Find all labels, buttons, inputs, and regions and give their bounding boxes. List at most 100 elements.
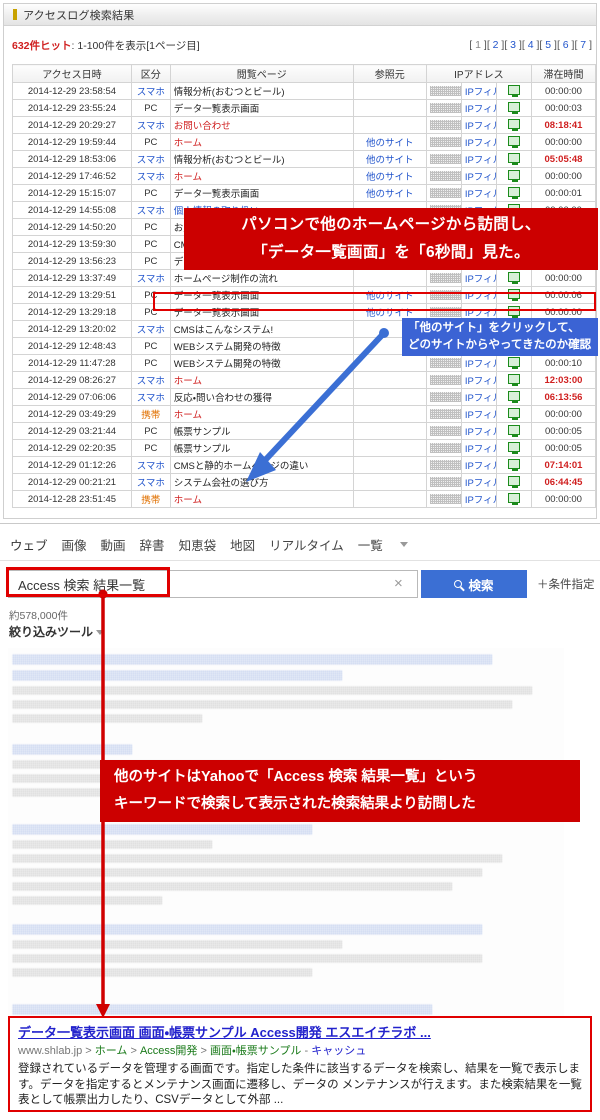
cell-ip-filter[interactable]: IPフィルター — [460, 269, 497, 287]
monitor-icon[interactable] — [507, 492, 520, 505]
cell-page[interactable]: ホーム — [169, 490, 354, 508]
monitor-icon[interactable] — [507, 84, 520, 97]
cell-ip-filter[interactable]: IPフィルター — [460, 371, 497, 389]
referrer-link[interactable]: 他のサイト — [366, 138, 414, 149]
monitor-icon[interactable] — [507, 169, 520, 182]
ip-filter-link[interactable]: IPフィルター — [465, 291, 496, 302]
cell-page[interactable]: 帳票サンプル — [169, 422, 354, 440]
monitor-icon[interactable] — [507, 475, 520, 488]
table-row[interactable]: 2014-12-29 15:15:07PCデータ一覧表示画面 他のサイト IPフィル… — [12, 184, 597, 202]
cell-referrer[interactable]: 他のサイト — [352, 184, 427, 202]
table-row[interactable]: 2014-12-29 17:46:52スマホホーム 他のサイト IPフィルター 00:… — [12, 167, 597, 185]
cell-page[interactable]: CMSはこんなシステム! — [169, 320, 354, 338]
nav-item-5[interactable]: 地図 — [230, 535, 255, 554]
nav-item-3[interactable]: 辞書 — [140, 535, 165, 554]
table-row[interactable]: 2014-12-29 03:21:44PC帳票サンプル IPフィルター 00:00:… — [12, 422, 597, 440]
pager-page-5[interactable]: 5 — [542, 39, 554, 51]
monitor-icon[interactable] — [507, 271, 520, 284]
monitor-icon[interactable] — [507, 441, 520, 454]
nav-item-1[interactable]: 画像 — [62, 535, 87, 554]
cell-referrer[interactable]: 他のサイト — [352, 150, 427, 168]
ip-filter-link[interactable]: IPフィルター — [465, 172, 496, 183]
cell-page[interactable]: ホーム — [169, 167, 354, 185]
cell-page[interactable]: 情報分析(おむつとビール) — [169, 82, 354, 100]
ip-filter-link[interactable]: IPフィルター — [465, 376, 496, 387]
cell-ip-filter[interactable]: IPフィルター — [460, 184, 497, 202]
cell-page[interactable]: 反応・問い合わせの獲得 — [169, 388, 354, 406]
cell-detail-icon[interactable] — [495, 422, 532, 440]
cell-ip-filter[interactable]: IPフィルター — [460, 133, 497, 151]
cell-ip-filter[interactable]: IPフィルター — [460, 116, 497, 134]
result-title-link[interactable]: データ一覧表示画面 画面・帳票サンプル Access開発 エスエイチラボ ... — [18, 1024, 582, 1041]
cell-referrer[interactable]: 他のサイト — [352, 286, 427, 304]
monitor-icon[interactable] — [507, 118, 520, 131]
table-row[interactable]: 2014-12-29 23:55:24PCデータ一覧表示画面 IPフィルター 00:… — [12, 99, 597, 117]
monitor-icon[interactable] — [507, 101, 520, 114]
search-vertical-nav[interactable]: ウェブ 画像 動画 辞書 知恵袋 地図 リアルタイム 一覧 — [10, 534, 408, 554]
monitor-icon[interactable] — [507, 356, 520, 369]
referrer-link[interactable]: 他のサイト — [366, 291, 414, 302]
table-row[interactable]: 2014-12-29 20:29:27スマホお問い合わせ IPフィルター 08:18… — [12, 116, 597, 134]
monitor-icon[interactable] — [507, 288, 520, 301]
referrer-link[interactable]: 他のサイト — [366, 172, 414, 183]
monitor-icon[interactable] — [507, 458, 520, 471]
monitor-icon[interactable] — [507, 373, 520, 386]
condition-link[interactable]: ＋条件指定 — [537, 576, 595, 592]
cell-detail-icon[interactable] — [495, 150, 532, 168]
table-row[interactable]: 2014-12-29 01:12:26 スマホ CMSと静的ホームページの違い IPフ… — [12, 456, 597, 474]
table-row[interactable]: 2014-12-29 13:37:49スマホホームページ制作の流れ IPフィルター… — [12, 269, 597, 287]
cell-referrer[interactable]: 他のサイト — [352, 133, 427, 151]
nav-item-7[interactable]: 一覧 — [358, 535, 383, 554]
search-button[interactable]: 検索 — [421, 570, 527, 598]
table-row[interactable]: 2014-12-29 07:06:06スマホ反応・問い合わせの獲得 IPフィルター… — [12, 388, 597, 406]
table-row[interactable]: 2014-12-29 00:21:21スマホシステム会社の選び方 IPフィルター 0… — [12, 473, 597, 491]
cell-page[interactable]: ホーム — [169, 133, 354, 151]
ip-filter-link[interactable]: IPフィルター — [465, 427, 496, 438]
cell-page[interactable]: WEBシステム開発の特徴 — [169, 337, 354, 355]
cell-ip-filter[interactable]: IPフィルター — [460, 439, 497, 457]
monitor-icon[interactable] — [507, 407, 520, 420]
cell-page[interactable]: WEBシステム開発の特徴 — [169, 354, 354, 372]
pagination[interactable]: [ 1 ][ 2 ][ 3 ][ 4 ][ 5 ][ 6 ][ 7 ] — [469, 39, 592, 51]
monitor-icon[interactable] — [507, 390, 520, 403]
cell-page[interactable]: システム会社の選び方 — [169, 473, 354, 491]
cell-page[interactable]: お問い合わせ — [169, 116, 354, 134]
monitor-icon[interactable] — [507, 424, 520, 437]
nav-item-0[interactable]: ウェブ — [10, 535, 48, 554]
cell-referrer[interactable]: 他のサイト — [352, 167, 427, 185]
pager-page-6[interactable]: 6 — [560, 39, 572, 51]
cell-detail-icon[interactable] — [495, 116, 532, 134]
ip-filter-link[interactable]: IPフィルター — [465, 461, 496, 472]
cell-page[interactable]: データ一覧表示画面 — [169, 303, 354, 321]
pager-page-2[interactable]: 2 — [490, 39, 502, 51]
ip-filter-link[interactable]: IPフィルター — [465, 138, 496, 149]
cell-detail-icon[interactable] — [495, 405, 532, 423]
cell-detail-icon[interactable] — [495, 167, 532, 185]
ip-filter-link[interactable]: IPフィルター — [465, 410, 496, 421]
pager-page-7[interactable]: 7 — [577, 39, 589, 51]
cell-page[interactable]: データ一覧表示画面 — [169, 184, 354, 202]
search-result-item[interactable]: データ一覧表示画面 画面・帳票サンプル Access開発 エスエイチラボ ...… — [8, 1016, 592, 1112]
ip-filter-link[interactable]: IPフィルター — [465, 478, 496, 489]
referrer-link[interactable]: 他のサイト — [366, 189, 414, 200]
nav-item-2[interactable]: 動画 — [101, 535, 126, 554]
ip-filter-link[interactable]: IPフィルター — [465, 444, 496, 455]
cell-detail-icon[interactable] — [495, 354, 532, 372]
cell-ip-filter[interactable]: IPフィルター — [460, 473, 497, 491]
table-row[interactable]: 2014-12-29 13:29:51PCデータ一覧表示画面 他のサイト IPフィル… — [12, 286, 597, 304]
cell-detail-icon[interactable] — [495, 456, 532, 474]
ip-filter-link[interactable]: IPフィルター — [465, 104, 496, 115]
monitor-icon[interactable] — [507, 152, 520, 165]
ip-filter-link[interactable]: IPフィルター — [465, 155, 496, 166]
monitor-icon[interactable] — [507, 135, 520, 148]
table-row[interactable]: 2014-12-29 19:59:44PCホーム 他のサイト IPフィルター 00:0… — [12, 133, 597, 151]
cell-detail-icon[interactable] — [495, 473, 532, 491]
cell-page[interactable]: ホームページ制作の流れ — [169, 269, 354, 287]
cell-detail-icon[interactable] — [495, 269, 532, 287]
table-row[interactable]: 2014-12-29 11:47:28PCWEBシステム開発の特徴 IPフィルター… — [12, 354, 597, 372]
cell-page[interactable]: 情報分析(おむつとビール) — [169, 150, 354, 168]
cell-detail-icon[interactable] — [495, 286, 532, 304]
pager-page-4[interactable]: 4 — [525, 39, 537, 51]
monitor-icon[interactable] — [507, 186, 520, 199]
cell-ip-filter[interactable]: IPフィルター — [460, 456, 497, 474]
